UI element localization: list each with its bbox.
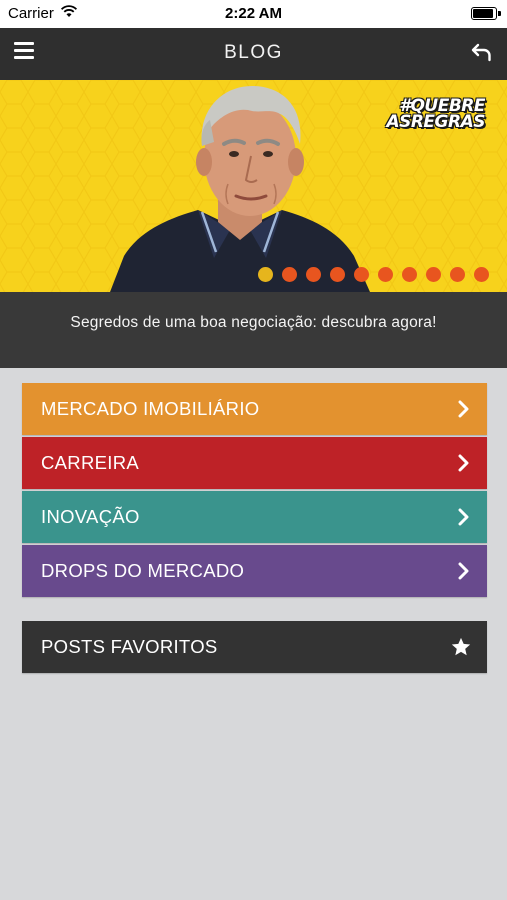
carousel-dot[interactable]: [378, 267, 393, 282]
chevron-right-icon: [458, 508, 469, 526]
category-inovacao[interactable]: INOVAÇÃO: [22, 491, 487, 543]
category-label: INOVAÇÃO: [41, 506, 140, 527]
navigation-bar: BLOG: [0, 28, 507, 80]
category-label: DROPS DO MERCADO: [41, 560, 245, 581]
quebre-as-regras-logo: #QUEBRE ASREGRAS: [385, 98, 485, 134]
favorites-label: POSTS FAVORITOS: [41, 636, 218, 657]
carousel-dot[interactable]: [354, 267, 369, 282]
category-list: MERCADO IMOBILIÁRIO CARREIRA INOVAÇÃO DR…: [22, 383, 487, 599]
category-label: MERCADO IMOBILIÁRIO: [41, 398, 260, 419]
carousel-page-indicator[interactable]: [258, 267, 489, 282]
carousel-dot[interactable]: [474, 267, 489, 282]
status-bar: Carrier 2:22 AM: [0, 0, 507, 28]
undo-arrow-icon[interactable]: [469, 40, 495, 66]
logo-line-2: ASREGRAS: [386, 112, 485, 132]
chevron-right-icon: [458, 400, 469, 418]
category-drops-do-mercado[interactable]: DROPS DO MERCADO: [22, 545, 487, 597]
status-time: 2:22 AM: [225, 5, 282, 22]
featured-person-photo: [110, 86, 370, 292]
category-mercado-imobiliario[interactable]: MERCADO IMOBILIÁRIO: [22, 383, 487, 435]
carousel-dot[interactable]: [426, 267, 441, 282]
posts-favoritos-button[interactable]: POSTS FAVORITOS: [22, 621, 487, 673]
chevron-right-icon: [458, 454, 469, 472]
category-label: CARREIRA: [41, 452, 139, 473]
carousel-dot[interactable]: [450, 267, 465, 282]
chevron-right-icon: [458, 562, 469, 580]
category-carreira[interactable]: CARREIRA: [22, 437, 487, 489]
battery-icon: [471, 7, 501, 20]
carousel-dot[interactable]: [402, 267, 417, 282]
featured-post-title: Segredos de uma boa negociação: descubra…: [70, 314, 437, 331]
carousel-dot[interactable]: [306, 267, 321, 282]
carousel-dot[interactable]: [282, 267, 297, 282]
star-icon: [451, 637, 471, 656]
carousel-dot-active[interactable]: [258, 267, 273, 282]
page-title: BLOG: [224, 42, 283, 63]
carousel-dot[interactable]: [330, 267, 345, 282]
featured-post-caption-bar[interactable]: Segredos de uma boa negociação: descubra…: [0, 292, 507, 368]
featured-post-carousel[interactable]: #QUEBRE ASREGRAS: [0, 80, 507, 292]
